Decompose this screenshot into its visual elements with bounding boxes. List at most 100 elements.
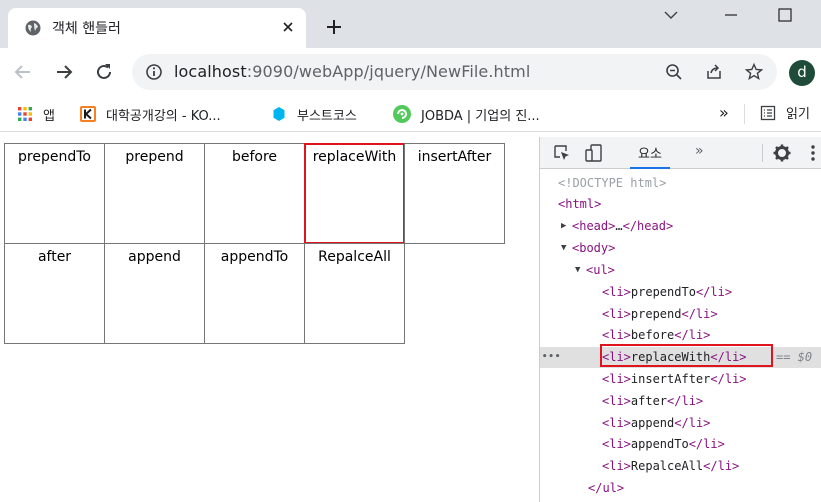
- list-item-append: append: [104, 243, 205, 344]
- li-close-tag: </li>: [681, 307, 718, 321]
- gear-icon[interactable]: [772, 143, 792, 163]
- li-text: prependTo: [630, 285, 696, 299]
- tab-title: 객체 핸들러: [52, 21, 121, 37]
- dom-node-ul-close[interactable]: </ul>: [540, 478, 821, 499]
- device-toolbar-icon[interactable]: [584, 143, 604, 163]
- dom-node-li[interactable]: <li>after</li>: [540, 391, 821, 412]
- li-text: before: [630, 328, 675, 342]
- list-item-after: after: [4, 243, 105, 344]
- maximize-icon[interactable]: [776, 6, 794, 24]
- li-close-tag: </li>: [674, 328, 711, 342]
- list-item-before: before: [204, 143, 305, 244]
- reload-icon[interactable]: [94, 62, 114, 82]
- bookmark-boostcourse[interactable]: 부스트코스: [271, 103, 357, 125]
- share-icon[interactable]: [704, 62, 724, 82]
- more-tabs-button[interactable]: »: [695, 143, 704, 159]
- collapse-triangle-icon[interactable]: ▼: [561, 238, 566, 259]
- li-open-tag: <li>: [602, 416, 631, 430]
- bookmark-apps[interactable]: 앱: [17, 103, 55, 125]
- devtools-tabbar: 요소 »: [540, 137, 821, 169]
- li-text: appendTo: [630, 437, 689, 451]
- dom-node-body[interactable]: ▼ <body>: [540, 238, 821, 259]
- li-open-tag: <li>: [602, 372, 631, 386]
- browser-tab[interactable]: 객체 핸들러: [8, 8, 306, 48]
- li-text: append: [630, 416, 675, 430]
- boostcourse-icon: [273, 107, 285, 121]
- bookmark-jobda[interactable]: JOBDA | 기업의 진...: [393, 103, 540, 125]
- html-open-tag: <html>: [558, 197, 602, 211]
- forward-icon[interactable]: [54, 62, 74, 82]
- li-text: RepalceAll: [630, 459, 704, 473]
- dom-node-li[interactable]: <li>append</li>: [540, 413, 821, 434]
- li-open-tag: <li>: [602, 285, 631, 299]
- kebab-menu-icon[interactable]: [808, 143, 818, 163]
- li-open-tag: <li>: [602, 328, 631, 342]
- head-close-tag: </head>: [622, 219, 674, 233]
- li-close-tag: </li>: [674, 416, 711, 430]
- li-open-tag: <li>: [602, 307, 631, 321]
- expand-triangle-icon[interactable]: ▶: [561, 216, 566, 237]
- dom-node-ul[interactable]: ▼ <ul>: [540, 260, 821, 281]
- dom-node-head[interactable]: ▶ <head>…</head>: [540, 216, 821, 237]
- bookmark-label: 대학공개강의 - KO...: [106, 108, 221, 124]
- head-ellipsis: …: [615, 219, 623, 233]
- zoom-out-icon[interactable]: [664, 62, 684, 82]
- list-item-appendTo: appendTo: [204, 243, 305, 344]
- devtools-panel: 요소 » <!DOCTYPE html> <html> ▶ <head>…</h…: [539, 137, 821, 502]
- devtools-divider: [762, 144, 763, 162]
- reading-list-label: 읽기: [786, 107, 810, 122]
- li-close-tag: </li>: [695, 285, 733, 299]
- tab-strip: 객체 핸들러: [0, 0, 821, 48]
- globe-icon: [25, 20, 41, 36]
- minimize-icon[interactable]: [722, 6, 740, 24]
- collapse-triangle-icon[interactable]: ▼: [575, 260, 580, 281]
- dom-node-li[interactable]: <li>insertAfter</li>: [540, 369, 821, 390]
- new-tab-icon[interactable]: [325, 18, 343, 36]
- selected-node-marker: == $0: [776, 350, 813, 364]
- back-icon[interactable]: [13, 62, 33, 82]
- li-text: prepend: [630, 307, 682, 321]
- list-item-prependTo: prependTo: [4, 143, 105, 244]
- selection-highlight-box: [600, 344, 773, 367]
- dom-node-li[interactable]: <li>prependTo</li>: [540, 282, 821, 303]
- url-path: :9090/webApp/jquery/NewFile.html: [246, 62, 531, 81]
- li-close-tag: </li>: [688, 437, 725, 451]
- li-close-tag: </li>: [667, 394, 704, 408]
- close-tab-icon[interactable]: [280, 19, 296, 35]
- dom-node-li[interactable]: <li>prepend</li>: [540, 304, 821, 325]
- reading-list-button[interactable]: 읽기: [760, 103, 810, 122]
- site-info-icon[interactable]: [144, 62, 164, 82]
- tab-search-chevron-icon[interactable]: [662, 6, 680, 24]
- list-item-prepend: prepend: [104, 143, 205, 244]
- profile-avatar[interactable]: d: [789, 60, 815, 86]
- bookmark-kocw[interactable]: 대학공개강의 - KO...: [80, 103, 221, 125]
- li-open-tag: <li>: [602, 394, 631, 408]
- bookmark-label: 부스트코스: [297, 108, 357, 124]
- bookmark-star-icon[interactable]: [744, 62, 764, 82]
- reading-list-icon: [760, 105, 776, 120]
- dom-node-li[interactable]: <li>appendTo</li>: [540, 434, 821, 455]
- ul-close-tag: </ul>: [588, 481, 625, 495]
- address-bar[interactable]: localhost:9090/webApp/jquery/NewFile.htm…: [132, 54, 777, 90]
- dom-node-doctype[interactable]: <!DOCTYPE html>: [540, 173, 821, 194]
- jobda-icon: [393, 105, 411, 123]
- head-open-tag: <head>: [572, 219, 616, 233]
- inspect-element-icon[interactable]: [552, 143, 572, 163]
- dom-node-html[interactable]: <html>: [540, 194, 821, 215]
- bookmark-label: JOBDA | 기업의 진...: [421, 108, 540, 124]
- dom-node-li[interactable]: <li>before</li>: [540, 325, 821, 346]
- ul-open-tag: <ul>: [586, 263, 615, 277]
- dom-node-li[interactable]: <li>RepalceAll</li>: [540, 456, 821, 477]
- url-text[interactable]: localhost:9090/webApp/jquery/NewFile.htm…: [174, 62, 530, 81]
- li-text: insertAfter: [630, 372, 711, 386]
- bookmarks-bar: 앱 대학공개강의 - KO... 부스트코스 JOBDA | 기업의 진... …: [0, 96, 821, 132]
- li-close-tag: </li>: [710, 372, 747, 386]
- gutter-dots[interactable]: •••: [542, 347, 561, 368]
- bookmark-label: 앱: [43, 108, 55, 124]
- li-open-tag: <li>: [602, 459, 631, 473]
- browser-toolbar: localhost:9090/webApp/jquery/NewFile.htm…: [0, 48, 821, 96]
- tab-elements[interactable]: 요소: [630, 137, 670, 169]
- bookmarks-overflow-button[interactable]: »: [719, 103, 729, 122]
- li-text: after: [630, 394, 668, 408]
- list-item-replaceWith: replaceWith: [304, 143, 405, 244]
